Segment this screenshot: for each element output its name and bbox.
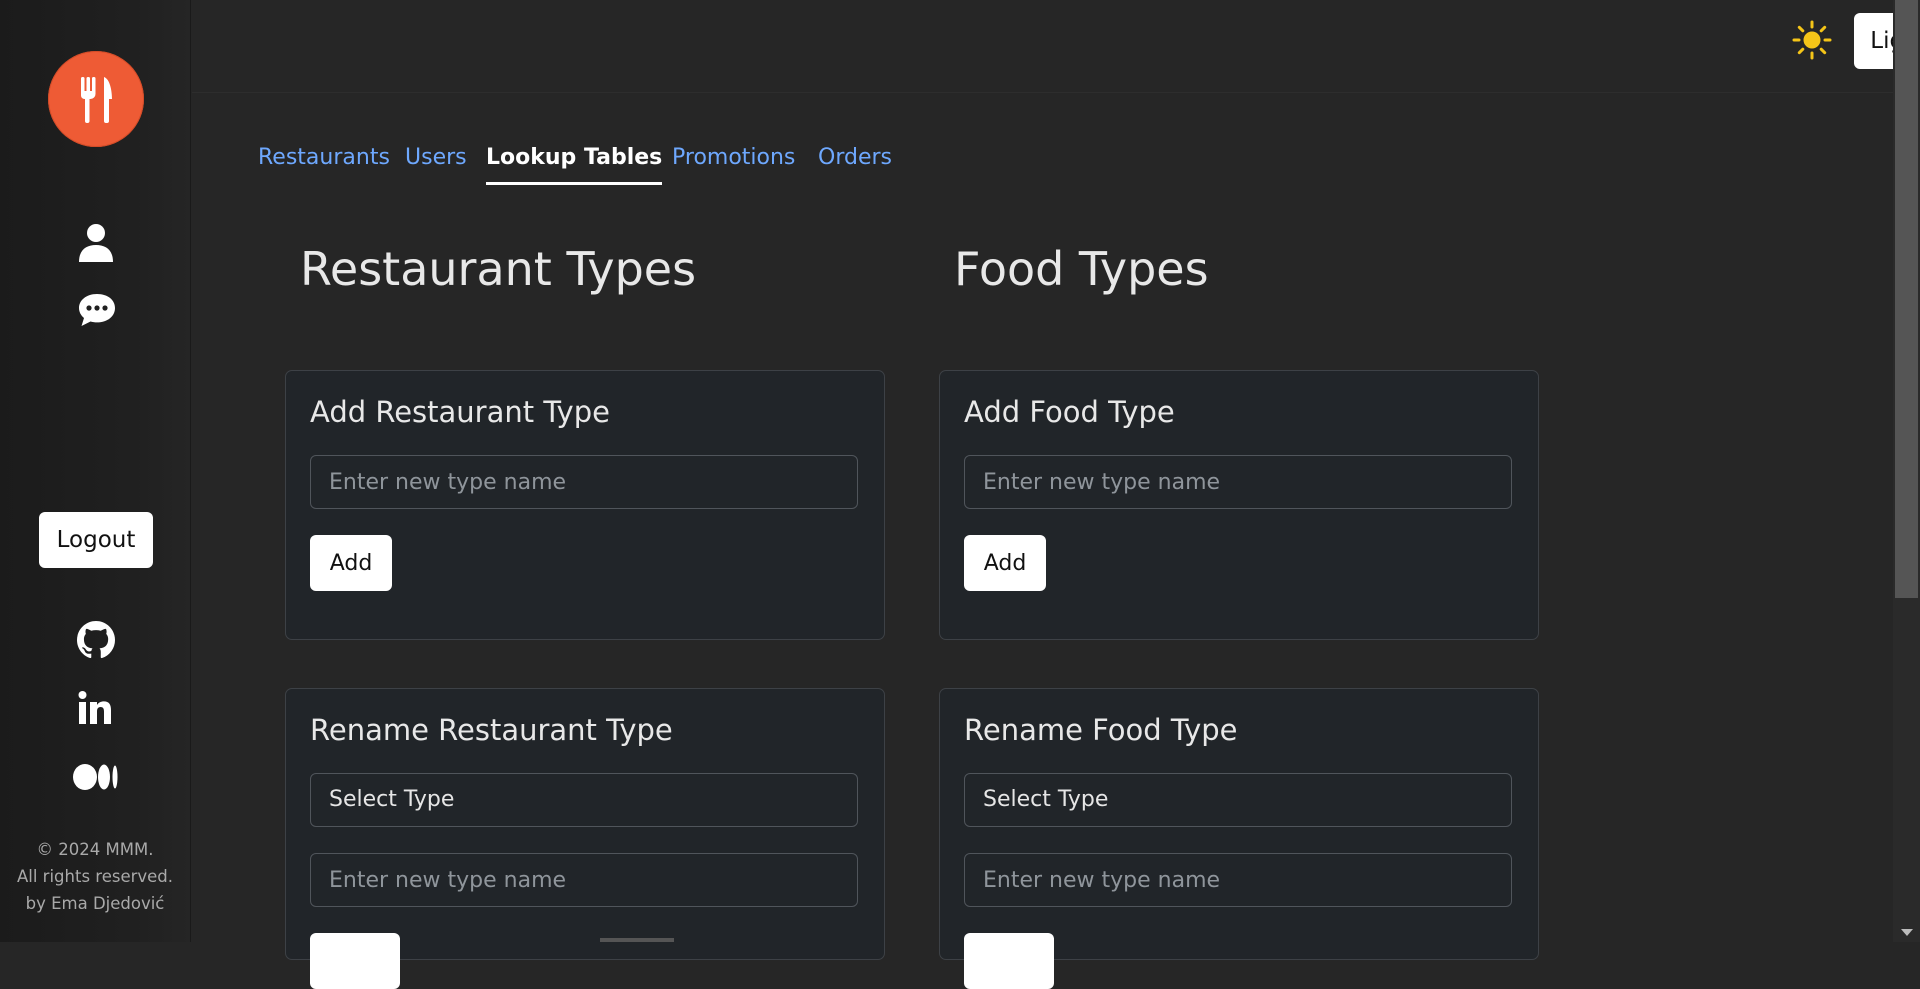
copyright: © 2024 MMM. All rights reserved. by Ema … <box>0 836 190 917</box>
card-title: Add Restaurant Type <box>310 395 610 429</box>
add-restaurant-type-button[interactable]: Add <box>310 535 392 591</box>
tab-promotions[interactable]: Promotions <box>672 145 795 182</box>
restaurant-types-title: Restaurant Types <box>300 242 697 296</box>
linkedin-icon[interactable] <box>77 690 115 728</box>
food-type-rename-input[interactable] <box>964 853 1512 907</box>
card-title: Add Food Type <box>964 395 1175 429</box>
logo[interactable] <box>48 51 144 147</box>
sun-icon[interactable] <box>1792 20 1832 60</box>
scroll-down-arrow-icon[interactable] <box>1901 929 1913 936</box>
food-types-title: Food Types <box>954 242 1209 296</box>
sidebar: Logout © 2024 MMM. All rights reserved. … <box>0 0 191 942</box>
fork-knife-icon <box>81 77 112 123</box>
tab-restaurants[interactable]: Restaurants <box>258 145 390 182</box>
rename-food-type-card: Rename Food Type Select Type <box>939 688 1539 989</box>
tab-users[interactable]: Users <box>405 145 467 182</box>
food-type-name-input[interactable] <box>964 455 1512 509</box>
food-type-select[interactable]: Select Type <box>964 773 1512 827</box>
copyright-line: by Ema Djedović <box>25 894 165 913</box>
scrollbar-thumb[interactable] <box>1895 0 1918 598</box>
horizontal-scroll-indicator[interactable] <box>600 938 674 942</box>
card-title: Rename Restaurant Type <box>310 713 673 747</box>
github-icon[interactable] <box>77 621 115 659</box>
rename-restaurant-type-card: Rename Restaurant Type Select Type <box>285 688 885 989</box>
chat-icon[interactable] <box>77 291 115 329</box>
user-icon[interactable] <box>77 222 115 262</box>
medium-icon[interactable] <box>73 760 118 798</box>
add-food-type-card: Add Food Type Add <box>939 370 1539 640</box>
copyright-line: © 2024 MMM. <box>36 840 154 859</box>
tab-orders[interactable]: Orders <box>818 145 892 182</box>
tab-lookup-tables[interactable]: Lookup Tables <box>486 145 663 185</box>
copyright-line: All rights reserved. <box>16 867 174 886</box>
rename-food-type-button[interactable] <box>964 933 1054 989</box>
vertical-scrollbar[interactable] <box>1893 0 1920 942</box>
rename-restaurant-type-button[interactable] <box>310 933 400 989</box>
logout-button[interactable]: Logout <box>39 512 153 568</box>
add-restaurant-type-card: Add Restaurant Type Add <box>285 370 885 640</box>
restaurant-type-name-input[interactable] <box>310 455 858 509</box>
add-food-type-button[interactable]: Add <box>964 535 1046 591</box>
restaurant-type-rename-input[interactable] <box>310 853 858 907</box>
top-bar: Light Mode <box>192 0 1920 93</box>
restaurant-type-select[interactable]: Select Type <box>310 773 858 827</box>
card-title: Rename Food Type <box>964 713 1238 747</box>
